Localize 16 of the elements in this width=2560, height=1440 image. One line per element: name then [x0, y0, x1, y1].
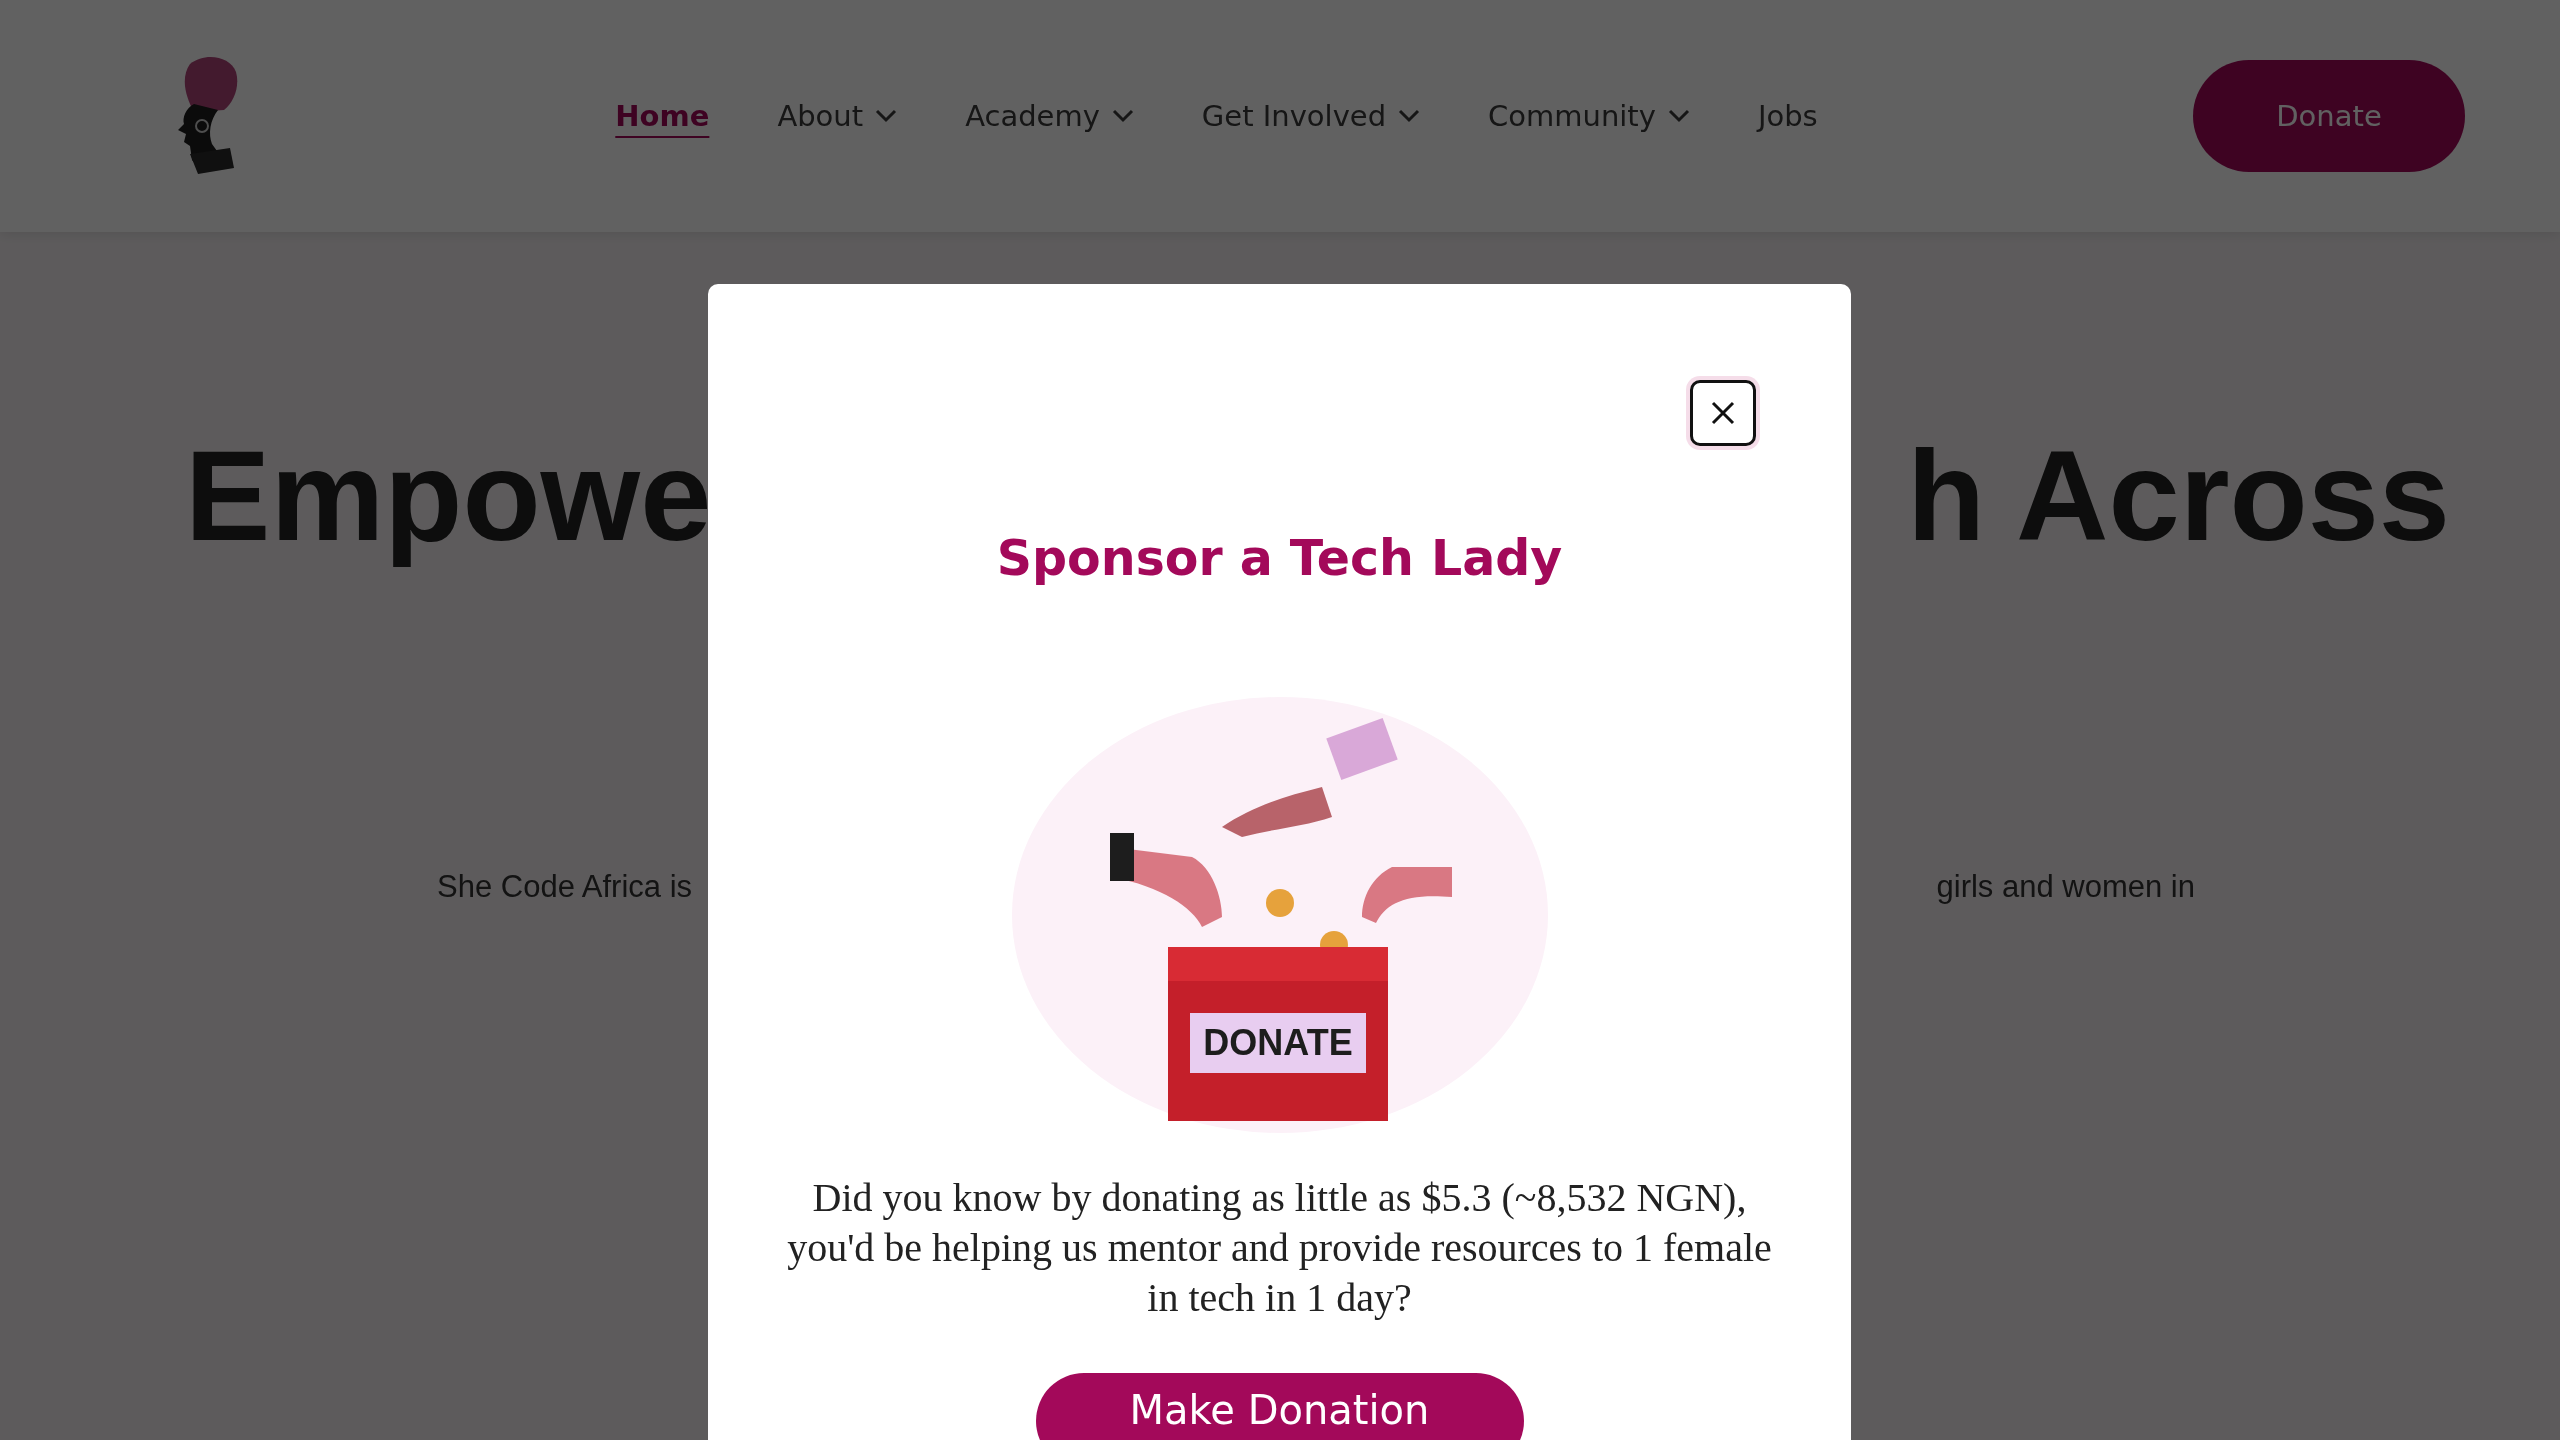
nav-link[interactable]: Jobs [1757, 99, 1818, 133]
close-icon [1710, 400, 1736, 426]
hero-headline: Empowe [185, 423, 712, 569]
nav-link[interactable]: Community [1488, 99, 1690, 133]
hero-headline: h Across [1907, 423, 2450, 569]
nav-link[interactable]: Home [615, 99, 710, 133]
nav-link[interactable]: About [777, 99, 898, 133]
modal-title: Sponsor a Tech Lady [996, 530, 1563, 587]
hero-text: She Code Africa is [437, 869, 693, 905]
nav-link[interactable]: Get Involved [1201, 99, 1421, 133]
nav-link[interactable]: Academy [965, 99, 1134, 133]
donate-button[interactable]: Donate [2193, 60, 2465, 172]
modal-message: Did you know by donating as little as $5.3 (~8,532 NGN), you'd be helping us mentor and provide resources to 1 female in tech in 1 day? [786, 1174, 1773, 1322]
donation-box-drawing: DONATE [1011, 697, 1548, 1133]
hero-text: girls and women in [1936, 869, 2195, 905]
make-donation-button[interactable]: Make Donation [1035, 1373, 1524, 1440]
